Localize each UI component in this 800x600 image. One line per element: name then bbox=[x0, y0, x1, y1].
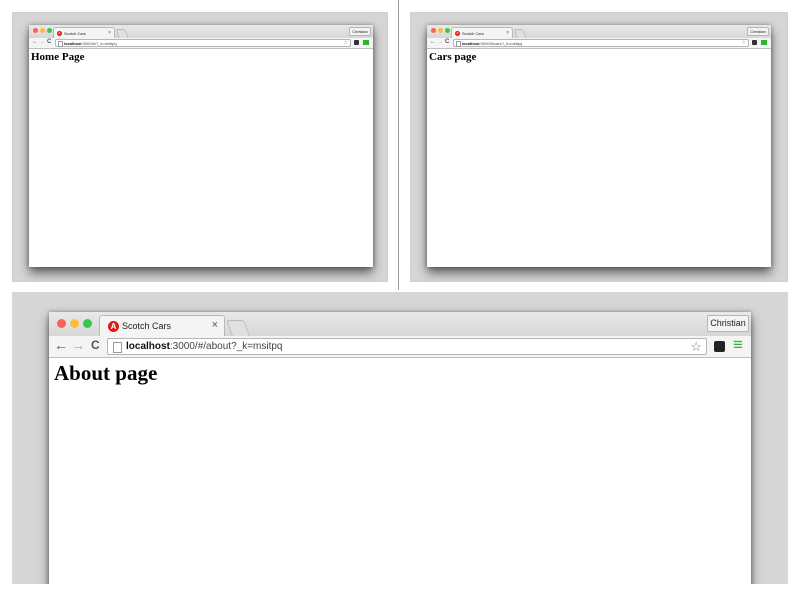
address-bar[interactable]: localhost:3000/#/?_k=msitpq ☆ bbox=[55, 39, 351, 47]
browser-tab[interactable]: A Scotch Cars × bbox=[451, 27, 513, 38]
url-path: :3000/#/cars?_k=msitpq bbox=[479, 40, 523, 46]
browser-tab[interactable]: A Scotch Cars × bbox=[53, 27, 115, 38]
browser-toolbar: ← → C localhost:3000/#/about?_k=msitpq ☆… bbox=[49, 335, 751, 358]
forward-icon[interactable]: → bbox=[437, 39, 443, 45]
page-heading: Cars page bbox=[429, 51, 477, 63]
url-host: localhost bbox=[64, 40, 82, 46]
bookmark-star-icon[interactable]: ☆ bbox=[344, 40, 348, 46]
close-tab-icon[interactable]: × bbox=[506, 30, 509, 36]
close-window-dot[interactable] bbox=[57, 319, 66, 328]
divider-line bbox=[398, 0, 399, 290]
zoom-window-dot[interactable] bbox=[83, 319, 92, 328]
angular-icon: A bbox=[108, 320, 119, 332]
new-tab-button[interactable] bbox=[513, 29, 527, 38]
browser-toolbar: ← → C localhost:3000/#/?_k=msitpq ☆ bbox=[29, 38, 373, 49]
minimize-window-dot[interactable] bbox=[438, 28, 443, 33]
browser-window: A Scotch Cars × Christian ← → C localhos… bbox=[49, 312, 751, 584]
minimize-window-dot[interactable] bbox=[70, 319, 79, 328]
title-bar: A Scotch Cars × Christian bbox=[49, 312, 751, 337]
menu-icon[interactable] bbox=[363, 40, 369, 45]
bookmark-star-icon[interactable]: ☆ bbox=[690, 339, 702, 355]
angular-icon: A bbox=[455, 30, 460, 36]
extension-layers-icon[interactable] bbox=[714, 341, 725, 352]
close-window-dot[interactable] bbox=[33, 28, 38, 33]
page-content: About page bbox=[49, 358, 751, 584]
address-bar[interactable]: localhost:3000/#/about?_k=msitpq ☆ bbox=[107, 338, 707, 355]
forward-icon[interactable]: → bbox=[71, 337, 85, 353]
back-icon[interactable]: ← bbox=[32, 39, 38, 45]
reload-icon[interactable]: C bbox=[47, 39, 51, 45]
close-tab-icon[interactable]: × bbox=[212, 319, 218, 331]
profile-button[interactable]: Christian bbox=[349, 27, 371, 36]
url-host: localhost bbox=[462, 40, 480, 46]
new-tab-button[interactable] bbox=[226, 320, 250, 336]
back-icon[interactable]: ← bbox=[430, 39, 436, 45]
page-content: Cars page bbox=[427, 49, 771, 267]
extension-layers-icon[interactable] bbox=[354, 40, 359, 45]
menu-icon[interactable] bbox=[761, 40, 767, 45]
tab-title: Scotch Cars bbox=[64, 30, 86, 36]
minimize-window-dot[interactable] bbox=[40, 28, 45, 33]
reload-icon[interactable]: C bbox=[445, 39, 449, 45]
page-icon bbox=[58, 41, 63, 47]
page-icon bbox=[113, 342, 122, 353]
menu-icon[interactable]: ≡ bbox=[733, 335, 743, 355]
browser-window: A Scotch Cars × Christian ← → C localhos… bbox=[29, 25, 373, 267]
screenshot-about: A Scotch Cars × Christian ← → C localhos… bbox=[12, 292, 788, 584]
tab-title: Scotch Cars bbox=[122, 321, 172, 331]
close-tab-icon[interactable]: × bbox=[108, 30, 111, 36]
back-icon[interactable]: ← bbox=[54, 337, 68, 353]
reload-icon[interactable]: C bbox=[91, 338, 100, 352]
new-tab-button[interactable] bbox=[115, 29, 129, 38]
url-path: :3000/#/about?_k=msitpq bbox=[169, 341, 283, 352]
url-host: localhost bbox=[126, 341, 170, 352]
page-content: Home Page bbox=[29, 49, 373, 267]
tab-title: Scotch Cars bbox=[462, 30, 484, 36]
extension-layers-icon[interactable] bbox=[752, 40, 757, 45]
profile-button[interactable]: Christian bbox=[707, 315, 749, 332]
zoom-window-dot[interactable] bbox=[47, 28, 52, 33]
bookmark-star-icon[interactable]: ☆ bbox=[742, 40, 746, 46]
browser-toolbar: ← → C localhost:3000/#/cars?_k=msitpq ☆ bbox=[427, 38, 771, 49]
profile-button[interactable]: Christian bbox=[747, 27, 769, 36]
forward-icon[interactable]: → bbox=[39, 39, 45, 45]
title-bar: A Scotch Cars × Christian bbox=[29, 25, 373, 39]
page-icon bbox=[456, 41, 461, 47]
page-heading: About page bbox=[54, 361, 158, 385]
screenshot-cars: A Scotch Cars × Christian ← → C localhos… bbox=[410, 12, 788, 282]
browser-window: A Scotch Cars × Christian ← → C localhos… bbox=[427, 25, 771, 267]
screenshot-home: A Scotch Cars × Christian ← → C localhos… bbox=[12, 12, 388, 282]
title-bar: A Scotch Cars × Christian bbox=[427, 25, 771, 39]
address-bar[interactable]: localhost:3000/#/cars?_k=msitpq ☆ bbox=[453, 39, 749, 47]
zoom-window-dot[interactable] bbox=[445, 28, 450, 33]
url-path: :3000/#/?_k=msitpq bbox=[81, 40, 117, 46]
browser-tab[interactable]: A Scotch Cars × bbox=[99, 315, 225, 336]
page-heading: Home Page bbox=[31, 51, 85, 63]
close-window-dot[interactable] bbox=[431, 28, 436, 33]
angular-icon: A bbox=[57, 30, 62, 36]
